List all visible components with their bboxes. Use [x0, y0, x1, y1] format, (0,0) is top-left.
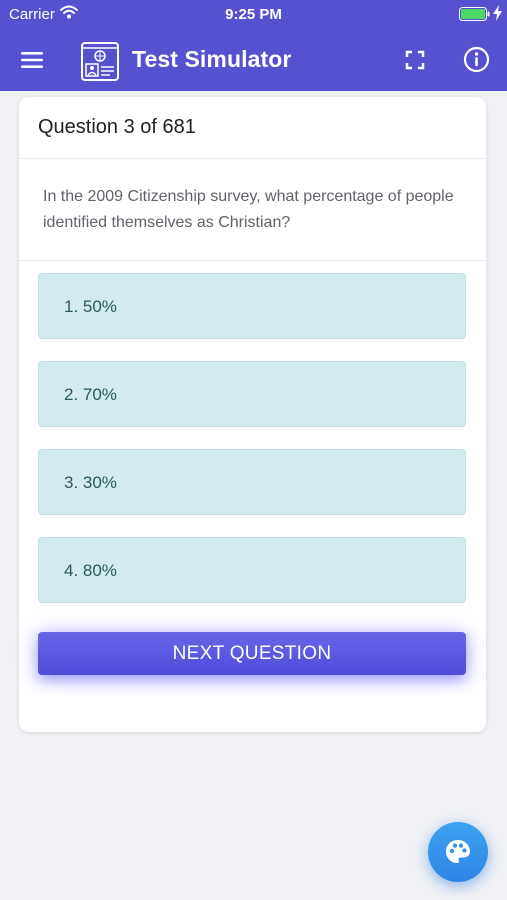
- question-counter: Question 3 of 681: [38, 116, 196, 138]
- answer-option-1[interactable]: 1. 50%: [38, 273, 466, 339]
- answer-label: 2. 70%: [64, 385, 117, 404]
- answer-label: 4. 80%: [64, 561, 117, 580]
- question-text: In the 2009 Citizenship survey, what per…: [43, 188, 454, 231]
- app-header: Carrier 9:25 PM Test Simulator: [0, 0, 507, 91]
- divider: [19, 158, 486, 159]
- hamburger-menu-icon[interactable]: [19, 49, 45, 71]
- passport-id-logo-icon: [80, 40, 120, 87]
- theme-palette-button[interactable]: [428, 822, 488, 882]
- info-icon[interactable]: [463, 46, 490, 78]
- clock-time: 9:25 PM: [225, 6, 282, 23]
- palette-icon: [444, 838, 472, 871]
- navigation-bar: Test Simulator: [0, 28, 507, 91]
- next-question-button[interactable]: NEXT QUESTION: [38, 632, 466, 675]
- app-title: Test Simulator: [132, 46, 292, 72]
- answer-option-3[interactable]: 3. 30%: [38, 449, 466, 515]
- charging-bolt-icon: [493, 5, 502, 26]
- answer-option-4[interactable]: 4. 80%: [38, 537, 466, 603]
- question-card: Question 3 of 681 In the 2009 Citizenshi…: [19, 97, 486, 732]
- status-bar: Carrier 9:25 PM: [0, 0, 507, 28]
- answer-label: 1. 50%: [64, 297, 117, 316]
- divider: [19, 260, 486, 261]
- fullscreen-icon[interactable]: [404, 49, 426, 76]
- battery-icon: [459, 7, 491, 26]
- answer-label: 3. 30%: [64, 473, 117, 492]
- answer-option-2[interactable]: 2. 70%: [38, 361, 466, 427]
